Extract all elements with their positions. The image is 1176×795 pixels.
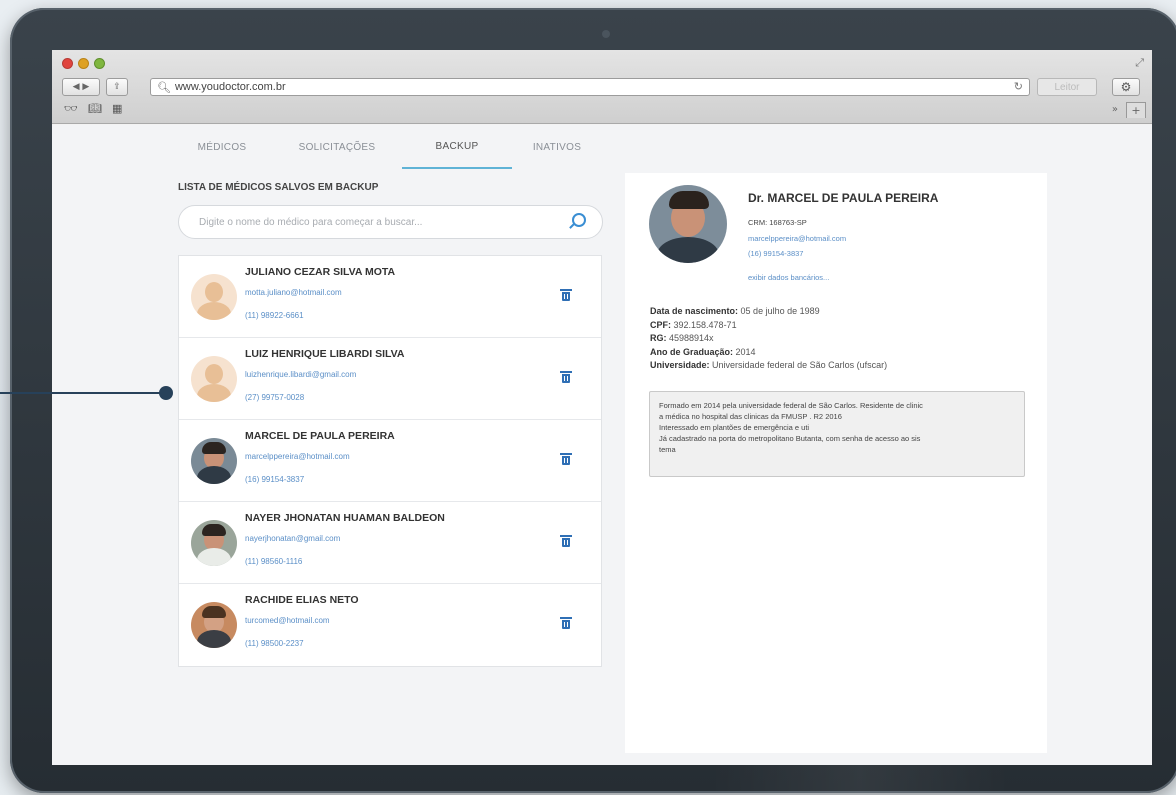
- browser-toolbar: ⤢ ◀ ▶ ⇪ 🔍︎ www.youdoctor.com.br ↻ Leitor…: [52, 50, 1152, 124]
- doctor-list: JULIANO CEZAR SILVA MOTA motta.juliano@h…: [178, 255, 602, 667]
- trash-icon[interactable]: [560, 371, 572, 383]
- cpf-value: 392.158.478-71: [673, 319, 737, 330]
- graduation-label: Ano de Graduação:: [650, 346, 734, 357]
- list-item[interactable]: LUIZ HENRIQUE LIBARDI SILVA luizhenrique…: [179, 338, 601, 420]
- tab-backup[interactable]: BACKUP: [402, 125, 512, 169]
- tab-medicos[interactable]: MÉDICOS: [172, 125, 272, 169]
- doctor-email[interactable]: motta.juliano@hotmail.com: [245, 288, 342, 297]
- doctor-phone[interactable]: (11) 98500-2237: [245, 639, 304, 648]
- more-tabs-icon[interactable]: »: [1112, 104, 1118, 115]
- search-placeholder: Digite o nome do médico para começar a b…: [199, 216, 423, 228]
- close-button[interactable]: [62, 58, 73, 69]
- avatar: [191, 438, 237, 484]
- university-label: Universidade:: [650, 360, 710, 370]
- note-line: Já cadastrado na porta do metropolitano …: [659, 434, 921, 443]
- tab-bar: MÉDICOS SOLICITAÇÕES BACKUP INATIVOS: [172, 125, 602, 169]
- doctor-email[interactable]: turcomed@hotmail.com: [245, 616, 330, 625]
- cpf-label: CPF:: [650, 319, 671, 330]
- doctor-photo: [649, 185, 727, 263]
- reload-icon[interactable]: ↻: [1014, 80, 1023, 93]
- university-value: Universidade federal de São Carlos (ufsc…: [712, 360, 888, 370]
- doctor-email[interactable]: nayerjhonatan@gmail.com: [245, 534, 340, 543]
- doctor-name: LUIZ HENRIQUE LIBARDI SILVA: [245, 348, 405, 360]
- doctor-phone[interactable]: (11) 98922-6661: [245, 311, 304, 320]
- detail-info: Data de nascimento: 05 de julho de 1989 …: [650, 305, 887, 373]
- url-text: www.youdoctor.com.br: [174, 81, 286, 93]
- bookmarks-bar: 👓︎ 📖︎ ▦: [64, 102, 122, 115]
- doctor-name: NAYER JHONATAN HUAMAN BALDEON: [245, 512, 445, 524]
- screen: ⤢ ◀ ▶ ⇪ 🔍︎ www.youdoctor.com.br ↻ Leitor…: [52, 50, 1152, 765]
- note-line: Formado em 2014 pela universidade federa…: [659, 401, 923, 410]
- list-item[interactable]: JULIANO CEZAR SILVA MOTA motta.juliano@h…: [179, 256, 601, 338]
- bookmarks-icon[interactable]: 📖︎: [88, 102, 102, 115]
- trash-icon[interactable]: [560, 289, 572, 301]
- avatar: [191, 274, 237, 320]
- doctor-phone[interactable]: (27) 99757-0028: [245, 393, 304, 402]
- avatar: [191, 602, 237, 648]
- doctor-name: RACHIDE ELIAS NETO: [245, 594, 359, 606]
- tab-inativos[interactable]: INATIVOS: [512, 125, 602, 169]
- detail-crm: CRM: 168763-SP: [748, 218, 807, 227]
- back-forward-buttons[interactable]: ◀ ▶: [62, 78, 100, 96]
- trash-icon[interactable]: [560, 453, 572, 465]
- avatar: [191, 520, 237, 566]
- rg-label: RG:: [650, 333, 667, 343]
- doctor-name: MARCEL DE PAULA PEREIRA: [245, 430, 395, 442]
- graduation-value: 2014: [735, 346, 756, 357]
- note-line: tema: [659, 445, 676, 454]
- list-title: LISTA DE MÉDICOS SALVOS EM BACKUP: [178, 182, 379, 193]
- bank-details-link[interactable]: exibir dados bancários...: [748, 273, 829, 282]
- notes-box: Formado em 2014 pela universidade federa…: [649, 391, 1025, 477]
- page-content: MÉDICOS SOLICITAÇÕES BACKUP INATIVOS LIS…: [52, 125, 1152, 765]
- rg-value: 45988914x: [669, 333, 714, 343]
- camera: [602, 30, 610, 38]
- doctor-email[interactable]: marcelppereira@hotmail.com: [245, 452, 350, 461]
- reading-list-icon[interactable]: 👓︎: [64, 102, 78, 115]
- search-icon: 🔍︎: [157, 81, 171, 94]
- address-bar[interactable]: 🔍︎ www.youdoctor.com.br ↻: [150, 78, 1030, 96]
- top-sites-icon[interactable]: ▦: [112, 102, 122, 115]
- new-tab-button[interactable]: +: [1126, 102, 1146, 118]
- doctor-phone[interactable]: (16) 99154-3837: [245, 475, 304, 484]
- callout-dot: [159, 386, 173, 400]
- callout-line: [0, 392, 165, 394]
- doctor-phone[interactable]: (11) 98560-1116: [245, 557, 302, 566]
- window-controls: [62, 58, 105, 69]
- search-icon[interactable]: [572, 213, 586, 227]
- list-item[interactable]: RACHIDE ELIAS NETO turcomed@hotmail.com …: [179, 584, 601, 666]
- trash-icon[interactable]: [560, 535, 572, 547]
- detail-phone[interactable]: (16) 99154-3837: [748, 249, 803, 258]
- doctor-detail-panel: Dr. MARCEL DE PAULA PEREIRA CRM: 168763-…: [625, 173, 1047, 753]
- doctor-search-input[interactable]: Digite o nome do médico para começar a b…: [178, 205, 603, 239]
- birth-value: 05 de julho de 1989: [740, 306, 820, 316]
- avatar: [191, 356, 237, 402]
- settings-gear-icon[interactable]: ⚙: [1112, 78, 1140, 96]
- fullscreen-icon[interactable]: ⤢: [1135, 56, 1144, 70]
- tablet-frame: ⤢ ◀ ▶ ⇪ 🔍︎ www.youdoctor.com.br ↻ Leitor…: [10, 8, 1176, 793]
- trash-icon[interactable]: [560, 617, 572, 629]
- birth-label: Data de nascimento:: [650, 306, 739, 316]
- detail-name: Dr. MARCEL DE PAULA PEREIRA: [748, 191, 939, 205]
- list-item[interactable]: NAYER JHONATAN HUAMAN BALDEON nayerjhona…: [179, 502, 601, 584]
- list-item[interactable]: MARCEL DE PAULA PEREIRA marcelppereira@h…: [179, 420, 601, 502]
- share-button[interactable]: ⇪: [106, 78, 128, 96]
- detail-email[interactable]: marcelppereira@hotmail.com: [748, 234, 846, 243]
- zoom-button[interactable]: [94, 58, 105, 69]
- doctor-name: JULIANO CEZAR SILVA MOTA: [245, 266, 396, 278]
- minimize-button[interactable]: [78, 58, 89, 69]
- note-line: a médica no hospital das clinicas da FMU…: [659, 412, 842, 421]
- tab-solicitacoes[interactable]: SOLICITAÇÕES: [272, 125, 402, 169]
- reader-button[interactable]: Leitor: [1037, 78, 1097, 96]
- note-line: Interessado em plantões de emergência e …: [659, 423, 810, 432]
- doctor-email[interactable]: luizhenrique.libardi@gmail.com: [245, 370, 356, 379]
